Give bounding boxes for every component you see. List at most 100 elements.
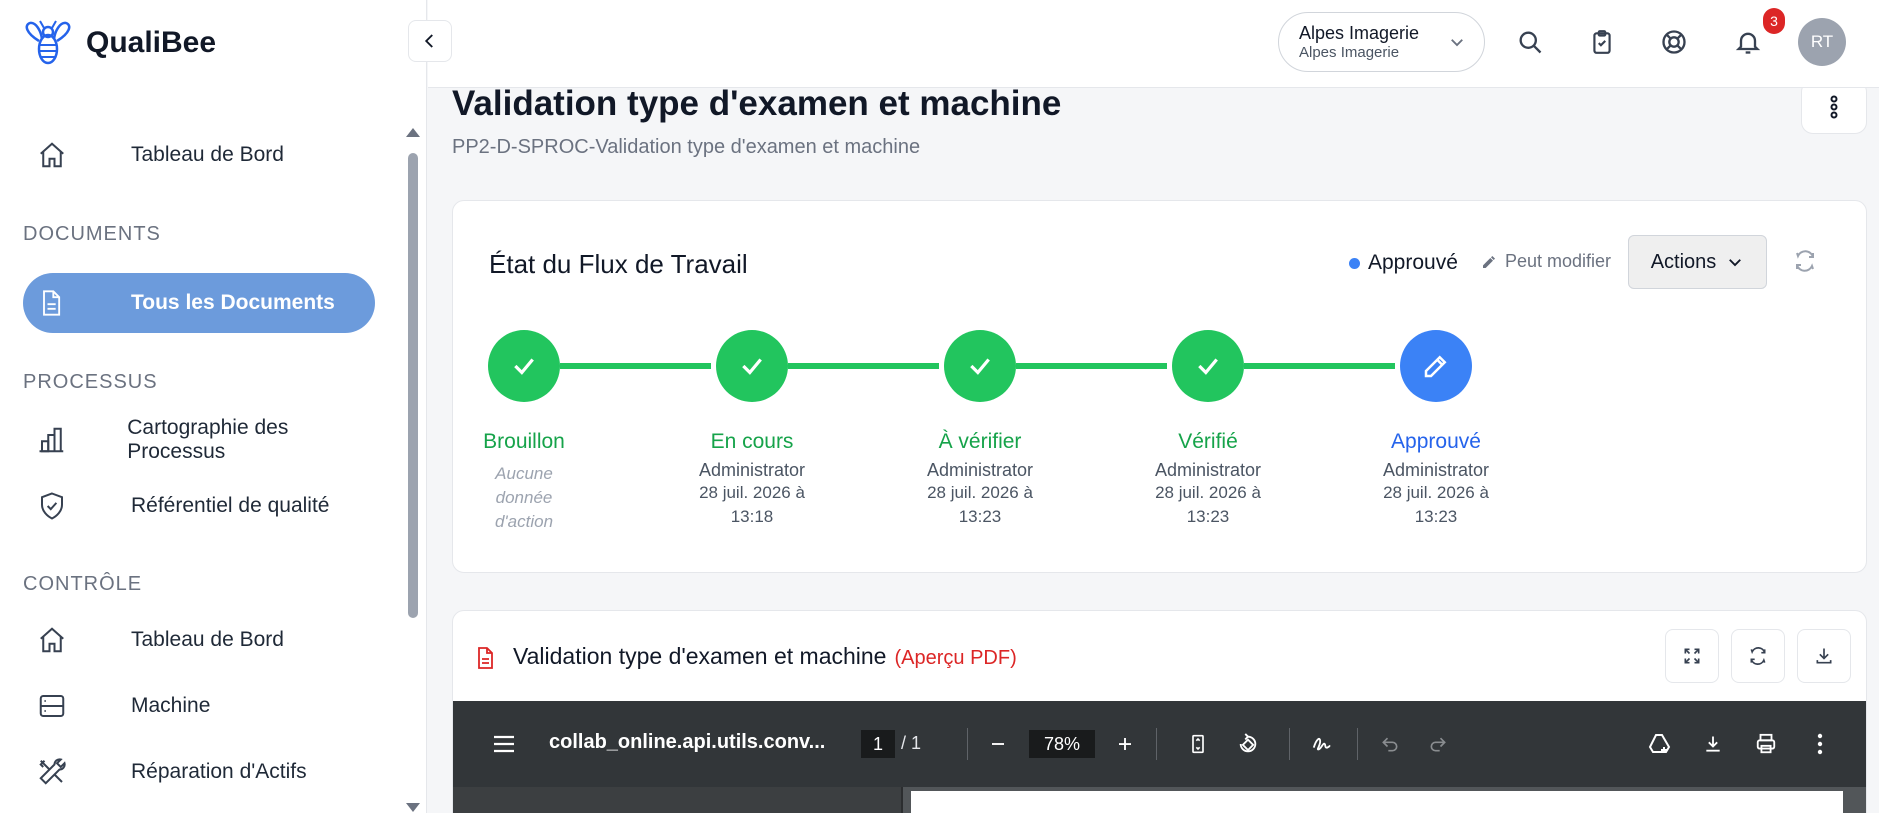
workflow-title: État du Flux de Travail	[489, 249, 748, 279]
toolbar-divider	[1357, 728, 1358, 760]
org-name: Alpes Imagerie	[1299, 23, 1420, 43]
workflow-status-label: Approuvé	[1368, 251, 1458, 274]
avatar[interactable]: RT	[1798, 18, 1846, 66]
notification-badge: 3	[1763, 8, 1785, 34]
sidebar-scrollbar[interactable]	[406, 128, 420, 813]
more-vert-icon[interactable]	[1803, 727, 1837, 761]
download-icon[interactable]	[1696, 727, 1730, 761]
document-preview-card: Validation type d'examen et machine (Aper…	[452, 610, 1867, 813]
step-actor: Administrator	[1154, 460, 1262, 480]
step-no-action: Aucune donnée d'action	[494, 464, 554, 531]
hamburger-menu-icon[interactable]	[487, 727, 521, 761]
status-dot	[1349, 257, 1360, 269]
more-options-button[interactable]	[1801, 80, 1867, 134]
sidebar-item-label: Tous les Documents	[131, 291, 335, 314]
fit-page-icon[interactable]	[1181, 727, 1215, 761]
step-circle-brouillon	[488, 330, 560, 402]
bar-chart-icon	[37, 425, 91, 455]
reload-preview-button[interactable]	[1731, 629, 1785, 683]
redo-icon[interactable]	[1421, 727, 1455, 761]
zoom-level[interactable]: 78%	[1029, 730, 1095, 758]
undo-icon[interactable]	[1373, 727, 1407, 761]
actions-label: Actions	[1650, 250, 1717, 273]
download-button[interactable]	[1797, 629, 1851, 683]
refresh-icon[interactable]	[1793, 249, 1817, 278]
chevron-down-icon	[1729, 259, 1742, 267]
step-circle-en-cours	[716, 330, 788, 402]
step-date: 28 juil. 2026 à 13:23	[927, 483, 1033, 526]
clipboard-check-icon[interactable]	[1582, 22, 1622, 62]
page-subtitle: PP2-D-SPROC-Validation type d'examen et …	[452, 136, 921, 158]
refresh-icon	[1750, 647, 1766, 665]
step-connector	[788, 363, 939, 369]
document-title-text: Validation type d'examen et machine	[513, 643, 887, 669]
sidebar-item-process-mapping[interactable]: Cartographie des Processus	[23, 410, 375, 470]
page-title: Validation type d'examen et machine	[452, 84, 1062, 123]
step-name: Approuvé	[1391, 430, 1481, 453]
step-brouillon: Brouillon Aucune donnée d'action	[444, 430, 604, 534]
scroll-down-icon[interactable]	[406, 803, 420, 812]
check-icon	[1198, 358, 1218, 375]
step-approuve: Approuvé Administrator 28 juil. 2026 à 1…	[1356, 430, 1516, 529]
sidebar-item-control-dashboard[interactable]: Tableau de Bord	[23, 610, 375, 670]
pdf-page[interactable]	[911, 791, 1843, 813]
download-icon	[1816, 648, 1832, 664]
collapse-sidebar-button[interactable]	[408, 20, 452, 62]
zoom-in-icon[interactable]	[1108, 727, 1142, 761]
can-edit-label: Peut modifier	[1505, 251, 1612, 271]
bell-icon[interactable]	[1728, 22, 1768, 62]
help-lifebuoy-icon[interactable]	[1654, 22, 1694, 62]
workflow-status: Approuvé	[1349, 251, 1458, 275]
pdf-viewer-body[interactable]	[453, 787, 1866, 813]
print-icon[interactable]	[1749, 727, 1783, 761]
step-name: Brouillon	[483, 430, 565, 453]
sidebar-item-label: Tableau de Bord	[131, 628, 284, 651]
sidebar-item-label: Machine	[131, 694, 211, 717]
sidebar-item-quality-standard[interactable]: Référentiel de qualité	[23, 476, 375, 536]
tools-icon	[37, 757, 95, 787]
drive-add-icon[interactable]	[1643, 727, 1677, 761]
expand-icon	[1684, 648, 1700, 664]
signature-icon[interactable]	[1305, 727, 1339, 761]
document-title: Validation type d'examen et machine (Aper…	[513, 643, 1017, 670]
scroll-thumb[interactable]	[408, 153, 418, 618]
sidebar-item-dashboard[interactable]: Tableau de Bord	[23, 125, 375, 185]
search-icon[interactable]	[1510, 22, 1550, 62]
step-actor: Administrator	[1382, 460, 1490, 480]
pdf-thumbnail-panel[interactable]	[453, 787, 903, 813]
page-number-input[interactable]: 1	[861, 730, 895, 758]
sidebar-item-all-documents[interactable]: Tous les Documents	[23, 273, 375, 333]
brand[interactable]: QualiBee	[20, 18, 216, 68]
pdf-viewer-toolbar: collab_online.api.utils.conv... 1 / 1 78…	[453, 701, 1866, 787]
scroll-up-icon[interactable]	[406, 128, 420, 137]
step-actor: Administrator	[698, 460, 806, 480]
step-en-cours: En cours Administrator 28 juil. 2026 à 1…	[672, 430, 832, 529]
step-name: À vérifier	[938, 430, 1022, 453]
sidebar-item-asset-repair[interactable]: Réparation d'Actifs	[23, 742, 375, 802]
fullscreen-button[interactable]	[1665, 629, 1719, 683]
sidebar-item-label: Réparation d'Actifs	[131, 760, 307, 783]
chevron-down-icon	[1451, 39, 1463, 47]
shield-check-icon	[37, 491, 95, 521]
zoom-out-icon[interactable]	[981, 727, 1015, 761]
step-connector	[1016, 363, 1167, 369]
step-a-verifier: À vérifier Administrator 28 juil. 2026 à…	[900, 430, 1060, 529]
sidebar-item-machine[interactable]: Machine	[23, 676, 375, 736]
can-edit-indicator: Peut modifier	[1481, 251, 1611, 272]
sidebar: QualiBee Tableau de Bord DOCUMENTS Tous …	[0, 0, 427, 813]
check-icon	[514, 358, 534, 375]
sidebar-item-label: Référentiel de qualité	[131, 494, 330, 517]
topbar: Alpes Imagerie Alpes Imagerie 3 RT	[428, 0, 1879, 88]
actions-dropdown-button[interactable]: Actions	[1628, 235, 1767, 289]
pdf-preview-tag: (Aperçu PDF)	[894, 647, 1017, 669]
step-name: Vérifié	[1178, 430, 1238, 453]
step-circle-a-verifier	[944, 330, 1016, 402]
organization-select[interactable]: Alpes Imagerie Alpes Imagerie	[1278, 12, 1485, 72]
kebab-menu-icon	[1830, 95, 1838, 119]
home-icon	[37, 140, 95, 170]
rotate-icon[interactable]	[1231, 727, 1265, 761]
pencil-icon	[1483, 255, 1495, 268]
sidebar-item-label: Cartographie des Processus	[127, 416, 289, 463]
document-icon	[37, 288, 95, 318]
page-total: / 1	[901, 733, 922, 753]
